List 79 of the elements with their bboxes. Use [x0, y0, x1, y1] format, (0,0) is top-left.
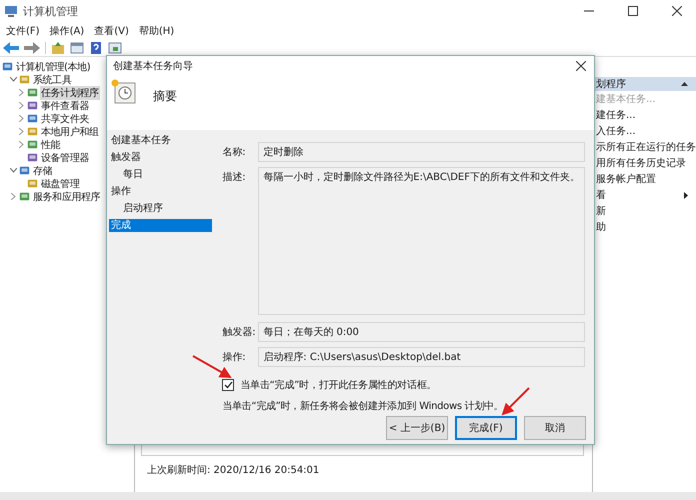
read-only-field[interactable]: 每日；在每天的 0:00	[258, 322, 585, 342]
read-only-field[interactable]: 启动程序: C:\Users\asus\Desktop\del.bat	[258, 346, 585, 367]
tree-item[interactable]: 服务和应用程序	[32, 190, 102, 204]
action-item[interactable]: 新	[596, 204, 606, 218]
menu-item[interactable]: 操作(A)	[50, 24, 84, 38]
wizard-step: 每日	[109, 168, 212, 181]
expand-chevron-icon[interactable]	[19, 141, 24, 148]
forward-arrow-icon[interactable]	[24, 42, 40, 54]
tree-item[interactable]: 设备管理器	[40, 150, 90, 164]
dialog-button[interactable]: 取消	[524, 416, 586, 440]
maximize-icon[interactable]	[628, 6, 638, 16]
tree-item[interactable]: 共享文件夹	[40, 112, 90, 126]
action-item[interactable]: 看	[596, 188, 606, 202]
checkbox-label[interactable]: 当单击“完成”时，打开此任务属性的对话框。	[240, 378, 436, 392]
checkbox[interactable]	[222, 378, 234, 391]
menu-item[interactable]: 查看(V)	[94, 24, 129, 38]
pane-icon[interactable]	[108, 40, 122, 54]
action-item[interactable]: 用所有任务历史记录	[596, 156, 686, 170]
close-icon[interactable]	[576, 60, 586, 71]
tree-item[interactable]: 本地用户和组	[40, 124, 100, 138]
node-icon	[27, 87, 38, 98]
back-arrow-icon[interactable]	[3, 42, 19, 54]
action-item[interactable]: 助	[596, 220, 606, 234]
actions-header[interactable]: 划程序	[593, 77, 696, 91]
clock-icon	[111, 79, 137, 106]
node-icon	[19, 165, 30, 176]
help-icon[interactable]	[89, 40, 103, 54]
expand-chevron-icon[interactable]	[19, 115, 24, 122]
action-item[interactable]: 服务帐户配置	[596, 172, 656, 186]
tree-item[interactable]: 存储	[32, 164, 54, 178]
folder-up-icon[interactable]	[51, 40, 65, 54]
expand-chevron-icon[interactable]	[19, 102, 24, 109]
collapse-chevron-icon[interactable]	[10, 168, 17, 173]
menu-item[interactable]: 帮助(H)	[138, 24, 174, 38]
field-label: 操作:	[222, 350, 247, 365]
tree-item[interactable]: 事件查看器	[40, 98, 90, 112]
field-label: 名称:	[222, 146, 247, 160]
computer-icon	[4, 4, 18, 18]
window-title: 计算机管理	[23, 4, 78, 18]
menu-item[interactable]: 文件(F)	[6, 24, 40, 38]
node-icon	[19, 191, 30, 202]
wizard-step: 触发器	[109, 150, 212, 164]
submenu-arrow-icon[interactable]	[684, 192, 688, 198]
node-icon	[27, 178, 38, 189]
node-icon	[27, 100, 38, 111]
finish-button[interactable]: 完成(F)	[455, 416, 517, 440]
node-icon	[19, 74, 30, 85]
node-icon	[27, 126, 38, 137]
expand-chevron-icon[interactable]	[11, 193, 16, 200]
field-label: 描述:	[222, 170, 247, 185]
node-icon	[27, 113, 38, 124]
tree-item[interactable]: 性能	[40, 138, 62, 152]
node-icon	[27, 139, 38, 150]
dialog-title: 创建基本任务向导	[113, 60, 193, 73]
expand-chevron-icon[interactable]	[19, 128, 24, 135]
page-heading: 摘要	[153, 88, 177, 106]
action-item[interactable]: 建任务...	[596, 108, 636, 122]
tree-item[interactable]: 磁盘管理	[40, 176, 80, 190]
read-only-field[interactable]: 每隔一小时，定时删除文件路径为E:\ABC\DEF下的所有文件和文件夹。	[258, 166, 585, 315]
action-item[interactable]: 入任务...	[596, 124, 636, 138]
node-icon	[27, 152, 38, 163]
close-icon[interactable]	[672, 6, 682, 16]
wizard-step: 创建基本任务	[109, 134, 212, 147]
tree-item[interactable]: 计算机管理(本地)	[15, 60, 92, 74]
last-refresh-time: 上次刷新时间: 2020/12/16 20:54:01	[147, 464, 320, 477]
expand-chevron-icon[interactable]	[19, 89, 24, 96]
action-item[interactable]: 示所有正在运行的任务	[596, 140, 696, 154]
read-only-field[interactable]: 定时删除	[258, 142, 585, 162]
annotation-arrow	[502, 387, 530, 416]
wizard-step: 操作	[109, 184, 212, 198]
wizard-step: 启动程序	[109, 202, 212, 215]
collapse-chevron-icon[interactable]	[10, 77, 17, 82]
dialog-button[interactable]: < 上一步(B)	[386, 416, 448, 440]
wizard-step: 完成	[109, 218, 212, 232]
collapse-caret-icon[interactable]	[681, 82, 688, 86]
pane-icon[interactable]	[70, 40, 84, 54]
note-text: 当单击“完成”时，新任务将会被创建并添加到 Windows 计划中。	[222, 400, 504, 413]
tree-item[interactable]: 任务计划程序	[40, 86, 100, 100]
tree-item[interactable]: 系统工具	[32, 72, 72, 86]
